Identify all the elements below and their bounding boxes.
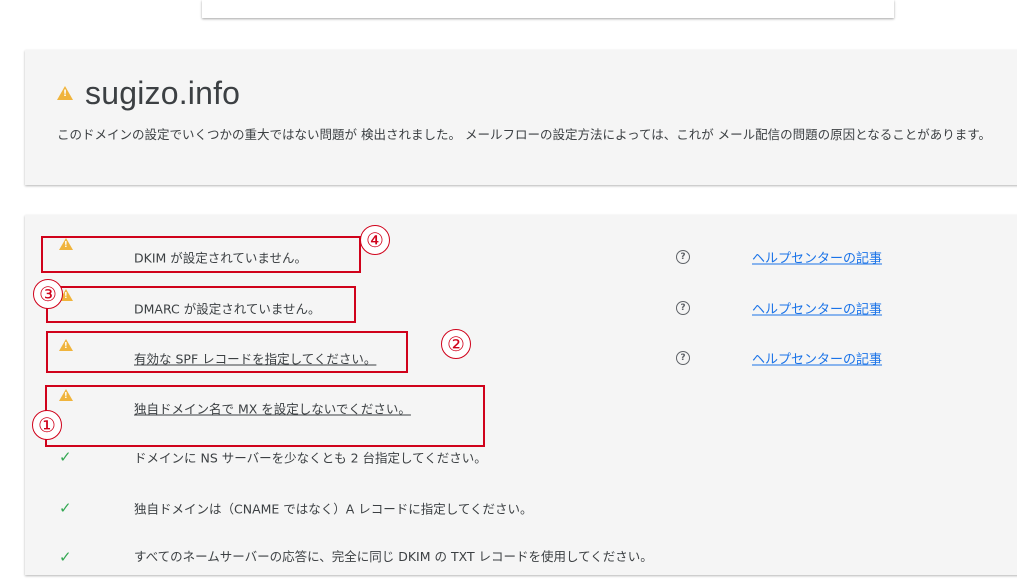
check-icon: ✓ <box>59 499 72 517</box>
check-message: ドメインに NS サーバーを少なくとも 2 台指定してください。 <box>134 450 487 466</box>
warning-triangle-icon <box>57 86 73 100</box>
check-row-dkim-txt: ✓ すべてのネームサーバーの応答に、完全に同じ DKIM の TXT レコードを… <box>25 540 1017 580</box>
annotation-number: ① <box>32 410 62 440</box>
domain-summary-card: sugizo.info このドメインの設定でいくつかの重大ではない問題が 検出さ… <box>25 50 1017 185</box>
help-center-link[interactable]: ヘルプセンターの記事 <box>752 349 882 368</box>
domain-name: sugizo.info <box>85 74 241 111</box>
annotation-box-dmarc <box>46 286 356 323</box>
annotation-number: ③ <box>33 279 63 309</box>
domain-title: sugizo.info <box>57 73 240 113</box>
help-circle-icon[interactable]: ? <box>676 351 690 365</box>
annotation-box-dkim <box>41 236 361 273</box>
check-icon: ✓ <box>59 548 72 566</box>
annotation-number: ④ <box>360 225 390 255</box>
check-icon: ✓ <box>59 448 72 466</box>
annotation-box-spf <box>46 331 408 373</box>
check-message: 独自ドメインは（CNAME ではなく）A レコードに指定してください。 <box>134 501 533 517</box>
help-center-link[interactable]: ヘルプセンターの記事 <box>752 299 882 318</box>
check-row-a-record: ✓ 独自ドメインは（CNAME ではなく）A レコードに指定してください。 <box>25 491 1017 521</box>
annotation-number: ② <box>441 329 471 359</box>
help-circle-icon[interactable]: ? <box>676 301 690 315</box>
domain-description: このドメインの設定でいくつかの重大ではない問題が 検出されました。 メールフロー… <box>57 127 992 142</box>
help-circle-icon[interactable]: ? <box>676 250 690 264</box>
previous-card <box>202 0 894 18</box>
help-center-link[interactable]: ヘルプセンターの記事 <box>752 248 882 267</box>
annotation-box-mx <box>45 385 485 447</box>
check-message: すべてのネームサーバーの応答に、完全に同じ DKIM の TXT レコードを使用… <box>134 549 653 564</box>
